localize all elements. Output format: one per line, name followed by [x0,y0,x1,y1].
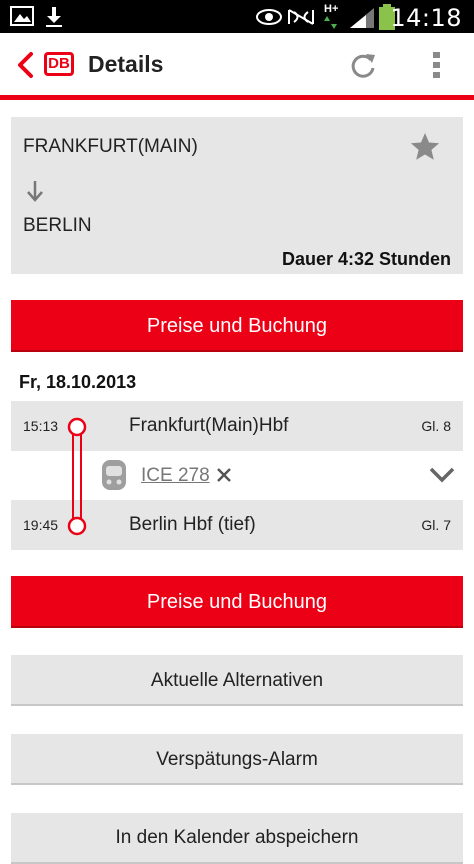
network-type: H+ [324,3,339,15]
chevron-down-icon[interactable] [429,467,455,483]
save-to-calendar-button[interactable]: In den Kalender abspeichern [11,813,463,864]
back-arrow-icon[interactable] [16,52,34,78]
prices-booking-button-top[interactable]: Preise und Buchung [11,300,463,352]
trip-duration: Dauer 4:32 Stunden [281,249,451,269]
clock: 14:18 [390,4,462,32]
ice-train-icon [102,460,126,490]
db-logo[interactable]: DB [44,52,74,76]
header-divider [0,95,474,100]
arrival-time: 19:45 [23,517,59,533]
favorite-star-icon[interactable] [409,131,441,163]
eye-icon [256,9,282,25]
overflow-menu-icon[interactable] [432,51,442,79]
download-icon [46,7,62,27]
prices-booking-button-bottom[interactable]: Preise und Buchung [11,576,463,628]
departure-platform: Gl. 8 [421,418,451,434]
refresh-icon[interactable] [349,52,377,80]
nfc-icon [288,9,314,25]
arrow-down-icon [27,181,43,202]
restaurant-icon [217,468,231,482]
departure-time: 15:13 [23,418,59,434]
delay-alarm-button[interactable]: Verspätungs-Alarm [11,734,463,785]
gallery-icon [10,6,34,26]
route-summary: FRANKFURT(MAIN) BERLIN Dauer 4:32 Stunde… [11,117,463,274]
page-title: Details [88,51,164,77]
arrival-row: 19:45 Berlin Hbf (tief) Gl. 7 [11,500,463,550]
signal-icon [350,8,374,28]
train-row[interactable]: ICE 278 [11,451,463,500]
train-name-link[interactable]: ICE 278 [141,465,210,487]
travel-date: Fr, 18.10.2013 [19,372,137,392]
status-bar: H+ 14:18 [0,0,474,33]
app-bar: DB Details [0,33,474,95]
current-alternatives-button[interactable]: Aktuelle Alternativen [11,655,463,706]
destination-station: BERLIN [23,215,92,236]
arrival-station: Berlin Hbf (tief) [129,514,256,535]
data-arrows-icon [324,16,337,29]
departure-station: Frankfurt(Main)Hbf [129,415,289,436]
origin-station: FRANKFURT(MAIN) [23,136,198,157]
arrival-platform: Gl. 7 [421,517,451,533]
departure-row: 15:13 Frankfurt(Main)Hbf Gl. 8 [11,401,463,451]
